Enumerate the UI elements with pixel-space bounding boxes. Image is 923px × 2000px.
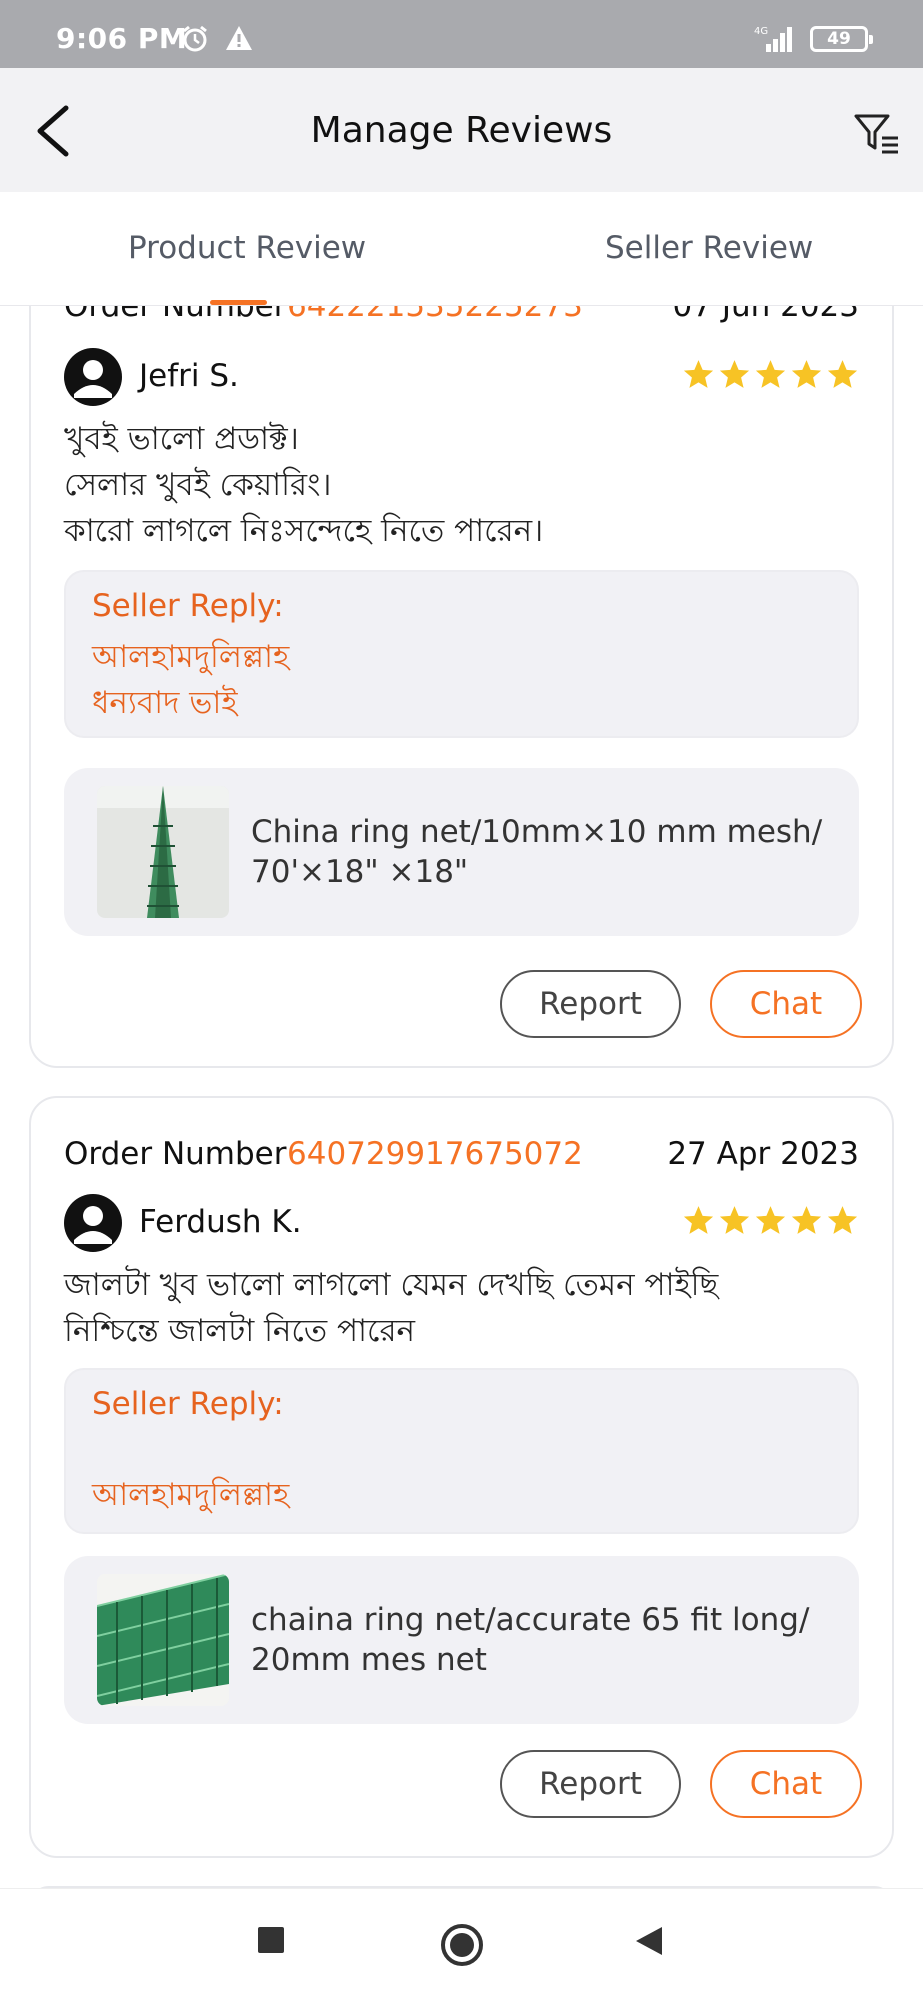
seller-reply-text: আলহামদুলিল্লাহ [92, 1477, 290, 1513]
user-avatar-icon [74, 360, 112, 398]
order-number[interactable]: 642221535225273 [287, 306, 583, 324]
review-card: Order Number 640729917675072 27 Apr 2023… [29, 1096, 894, 1858]
review-tabs: Product Review Seller Review [0, 192, 923, 306]
battery-level: 49 [827, 29, 851, 49]
star-rating [682, 358, 859, 391]
triangle-back-icon[interactable] [634, 1925, 664, 1957]
star-icon [683, 1206, 714, 1234]
star-icon [791, 1206, 822, 1234]
alarm-icon [183, 25, 207, 52]
avatar [64, 348, 122, 406]
order-date: 07 Jun 2023 [672, 306, 859, 324]
review-text: খুবই ভালো প্রডাক্ট। সেলার খুবই কেয়ারিং।… [64, 421, 544, 549]
product-image [97, 786, 229, 918]
circle-icon[interactable] [440, 1923, 484, 1967]
status-bar: 9:06 PM 4G 49 [0, 0, 923, 68]
app-header: Manage Reviews [0, 68, 923, 192]
warning-icon [226, 26, 252, 50]
product-name: chaina ring net/accurate 65 fit long/ 20… [251, 1602, 810, 1678]
system-nav-bar [0, 1888, 923, 2000]
report-button[interactable]: Report [500, 1750, 681, 1818]
product-info[interactable]: China ring net/10mm×10 mm mesh/ 70'×18" … [64, 768, 859, 936]
review-text: জালটা খুব ভালো লাগলো যেমন দেখছি তেমন পাই… [64, 1267, 719, 1349]
star-icon [791, 360, 822, 388]
filter-icon [854, 114, 898, 154]
star-icon [827, 1206, 858, 1234]
square-icon[interactable] [256, 1925, 286, 1955]
seller-reply-box: Seller Reply: আলহামদুলিল্লাহ [64, 1368, 859, 1534]
star-icon [755, 360, 786, 388]
seller-reply-text: আলহামদুলিল্লাহ ধন্যবাদ ভাই [92, 639, 290, 721]
reviewer-name: Jefri S. [139, 358, 239, 394]
active-tab-indicator [210, 300, 267, 305]
seller-reply-box: Seller Reply: আলহামদুলিল্লাহ ধন্যবাদ ভাই [64, 570, 859, 738]
tab-seller-review[interactable]: Seller Review [605, 230, 813, 266]
star-icon [719, 1206, 750, 1234]
star-icon [683, 360, 714, 388]
order-date: 27 Apr 2023 [667, 1136, 859, 1172]
report-button[interactable]: Report [500, 970, 681, 1038]
seller-reply-label: Seller Reply: [92, 1386, 284, 1422]
seller-reply-label: Seller Reply: [92, 588, 284, 624]
reviews-list[interactable]: Order Number 642221535225273 07 Jun 2023… [0, 306, 923, 1888]
product-image [97, 1574, 229, 1706]
chat-button[interactable]: Chat [710, 1750, 862, 1818]
signal-icon: 4G [754, 26, 792, 52]
order-number-label: Order Number [64, 306, 287, 324]
order-number[interactable]: 640729917675072 [287, 1136, 583, 1172]
battery-icon: 49 [810, 26, 873, 52]
star-icon [755, 1206, 786, 1234]
avatar [64, 1194, 122, 1252]
network-type-label: 4G [754, 26, 768, 37]
review-card: Order Number 642221535225273 07 Jun 2023… [29, 306, 894, 1068]
product-name: China ring net/10mm×10 mm mesh/ 70'×18" … [251, 814, 823, 890]
status-time: 9:06 PM [56, 22, 188, 55]
star-icon [719, 360, 750, 388]
order-number-label: Order Number [64, 1136, 287, 1172]
star-icon [827, 360, 858, 388]
filter-button[interactable] [852, 108, 904, 160]
page-title: Manage Reviews [310, 110, 613, 151]
star-rating [682, 1204, 859, 1237]
reviewer-name: Ferdush K. [139, 1204, 302, 1240]
product-info[interactable]: chaina ring net/accurate 65 fit long/ 20… [64, 1556, 859, 1724]
tab-product-review[interactable]: Product Review [128, 230, 366, 266]
user-avatar-icon [74, 1206, 112, 1244]
chat-button[interactable]: Chat [710, 970, 862, 1038]
